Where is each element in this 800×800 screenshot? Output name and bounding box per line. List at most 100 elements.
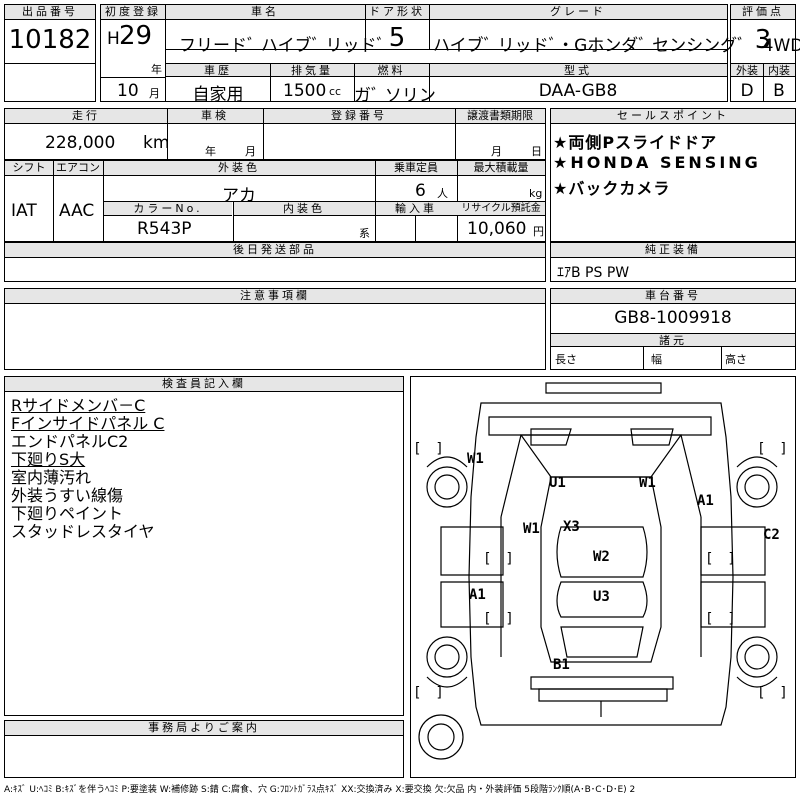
recycle-label: リサイクル預託金 (457, 202, 545, 216)
inspection-label: 車検 (167, 109, 263, 124)
chassis-number: GB8-1009918 (614, 308, 732, 328)
mark-a1-left: A1 (469, 587, 486, 603)
sales-points-label: セールスポイント (551, 109, 795, 124)
office-block: 事務局よりご案内 (4, 720, 404, 778)
bracket-1: [ ] (413, 441, 444, 457)
ac-value: AAC (59, 201, 95, 221)
lot-number-cell: 出品番号 10182 (4, 4, 96, 102)
chassis-label: 車台番号 (551, 289, 795, 304)
transfer-day-unit: 日 (531, 145, 542, 158)
equipment-value: ｴｱB PS PW (557, 265, 630, 281)
mark-a1-right: A1 (697, 493, 714, 509)
bracket-8: [ ] (705, 611, 736, 627)
inspection-year-unit: 年 (205, 145, 216, 158)
fuel-value: ガﾞ ソリン (354, 86, 436, 106)
legend-text: A:ｷｽﾞ U:ﾍｺﾐ B:ｷｽﾞを伴うﾍｺﾐ P:要塗装 W:補修跡 S:錆 … (4, 785, 636, 795)
spec-block: シフト エアコン 外装色 乗車定員 最大積載量 IAT AAC アカ 6 人 k… (4, 160, 546, 242)
shift-label: シフト (5, 161, 53, 176)
transfer-label: 譲渡書類期限 (455, 109, 545, 124)
displacement-value: 1500 (283, 81, 327, 101)
history-value: 自家用 (192, 85, 244, 105)
load-label: 最大積載量 (457, 161, 545, 176)
capacity-value: 6 (415, 181, 426, 201)
mark-w2: W2 (593, 549, 610, 565)
notes-block: 注意事項欄 (4, 288, 546, 370)
remark-3: エンドパネルC2 (11, 432, 129, 451)
mark-u1: U1 (549, 475, 566, 491)
bracket-3: [ ] (413, 685, 444, 701)
sales-point-2: ★HONDA SENSING (553, 153, 761, 172)
reg-year: 29 (119, 21, 153, 51)
mileage-unit: km (143, 133, 170, 153)
model-label: 車名 (165, 5, 365, 20)
chassis-block: 車台番号 GB8-1009918 諸元 長さ 幅 高さ (550, 288, 796, 370)
capacity-label: 乗車定員 (375, 161, 457, 176)
import-label: 輸入車 (375, 202, 457, 216)
mark-c2: C2 (763, 527, 780, 543)
interior-label: 内装 (763, 63, 795, 77)
type-label: 型式 (429, 63, 727, 77)
lot-number: 10182 (8, 25, 92, 55)
remark-5: 室内薄汚れ (11, 468, 92, 487)
color-no-label: カラーNo. (104, 202, 232, 216)
color-label: 外装色 (103, 161, 375, 176)
lot-number-label: 出品番号 (5, 5, 95, 20)
parts-block: 後日発送部品 (4, 242, 546, 282)
interior-score: B (773, 81, 785, 101)
displacement-label: 排気量 (270, 63, 354, 77)
interior-color-label: 内装色 (233, 202, 375, 216)
score-block: 評価点 3 外装 内装 D B (730, 4, 796, 102)
remark-7: 下廻りペイント (11, 504, 124, 523)
first-reg-label: 初度登録 (101, 5, 165, 20)
capacity-unit: 人 (437, 187, 448, 200)
remark-1: Rサイドメンバ－C (11, 396, 146, 415)
remark-4: 下廻りS大 (11, 450, 86, 469)
recycle-unit: 円 (533, 225, 544, 238)
bracket-6: [ ] (483, 611, 514, 627)
history-label: 車歴 (166, 63, 270, 77)
inspector-label: 検査員記入欄 (5, 377, 403, 392)
mileage-block: 走行 車検 登録番号 譲渡書類期限 228,000 km 年 月 月 日 (4, 108, 546, 160)
bracket-2: [ ] (757, 441, 788, 457)
remark-6: 外装うすい線傷 (11, 486, 124, 505)
era: H (107, 29, 120, 49)
equipment-label: 純正装備 (551, 243, 795, 258)
mileage-value: 228,000 (45, 133, 116, 153)
sales-points-block: セールスポイント ★両側Pスライドドア ★HONDA SENSING ★バックカ… (550, 108, 796, 242)
remark-2: Fインサイドパネル C (11, 414, 165, 433)
bracket-7: [ ] (705, 551, 736, 567)
doors-label: ドア形状 (365, 5, 429, 20)
equipment-block: 純正装備 ｴｱB PS PW (550, 242, 796, 282)
office-label: 事務局よりご案内 (5, 721, 403, 736)
mark-x3: X3 (563, 519, 580, 535)
dims-label: 諸元 (551, 333, 795, 347)
mark-u3: U3 (593, 589, 610, 605)
ac-label: エアコン (53, 161, 103, 176)
recycle-value: 10,060 (467, 219, 527, 239)
sales-point-1: ★両側Pスライドドア (553, 133, 718, 152)
mark-b1: B1 (553, 657, 570, 673)
mark-w1-pillar: W1 (523, 521, 540, 537)
inspector-block: 検査員記入欄 Rサイドメンバ－C Fインサイドパネル C エンドパネルC2 下廻… (4, 376, 404, 716)
shift-value: IAT (11, 201, 37, 221)
exterior-score: D (740, 81, 754, 101)
sales-point-3: ★バックカメラ (553, 179, 671, 198)
mark-w1-right: W1 (639, 475, 656, 491)
type-value: DAA-GB8 (538, 81, 618, 101)
load-unit: kg (529, 187, 543, 200)
width-label: 幅 (651, 353, 662, 366)
bracket-5: [ ] (483, 551, 514, 567)
displacement-unit: cc (329, 85, 342, 98)
registration-label: 登録番号 (263, 109, 455, 124)
score-value: 3 (754, 25, 772, 55)
fuel-label: 燃料 (354, 63, 429, 77)
vehicle-info-block: 初度登録 車名 ドア形状 グレード H 29 年 フリードﾞ ハイブﾞ リッドﾞ… (100, 4, 800, 106)
inspection-month-unit: 月 (245, 145, 256, 158)
parts-label: 後日発送部品 (5, 243, 545, 258)
exterior-label: 外装 (731, 63, 763, 77)
damage-diagram: [ ] [ ] [ ] [ ] [ ] [ ] [ ] [ ] W1 U1 W1… (410, 376, 796, 778)
mark-w1-left: W1 (467, 451, 484, 467)
transfer-month-unit: 月 (491, 145, 502, 158)
interior-color-unit: 系 (359, 227, 370, 240)
grade-label: グレード (429, 5, 727, 20)
